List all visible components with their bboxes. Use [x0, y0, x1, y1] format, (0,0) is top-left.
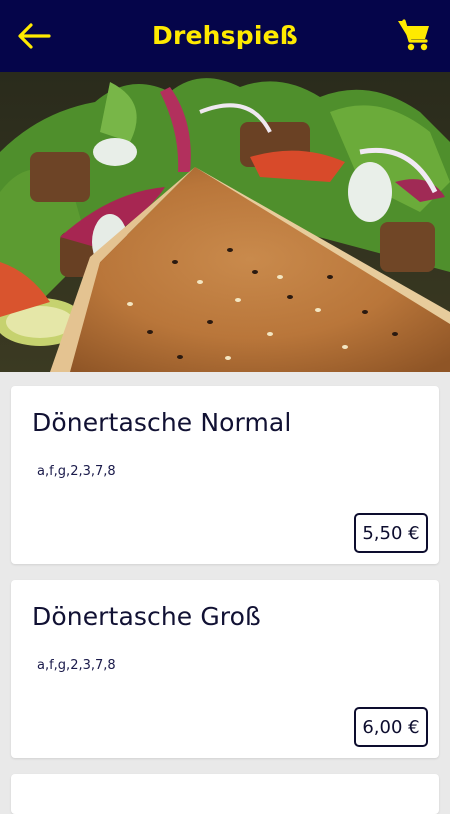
product-name: Dönertasche Normal — [32, 408, 292, 437]
product-card[interactable] — [11, 774, 439, 814]
cart-button[interactable] — [394, 15, 434, 55]
product-allergens: a,f,g,2,3,7,8 — [37, 658, 116, 673]
price-button[interactable]: 6,00 € — [354, 707, 428, 747]
price-button[interactable]: 5,50 € — [354, 513, 428, 553]
product-name: Dönertasche Groß — [32, 602, 261, 631]
page-title: Drehspieß — [152, 21, 298, 50]
app-header: Drehspieß — [0, 0, 450, 72]
product-card[interactable]: Dönertasche Groß a,f,g,2,3,7,8 6,00 € — [11, 580, 439, 758]
product-list: Dönertasche Normal a,f,g,2,3,7,8 5,50 € … — [0, 372, 450, 814]
product-card[interactable]: Dönertasche Normal a,f,g,2,3,7,8 5,50 € — [11, 386, 439, 564]
product-allergens: a,f,g,2,3,7,8 — [37, 464, 116, 479]
shopping-cart-icon — [398, 19, 429, 51]
hero-food-image — [0, 72, 450, 372]
